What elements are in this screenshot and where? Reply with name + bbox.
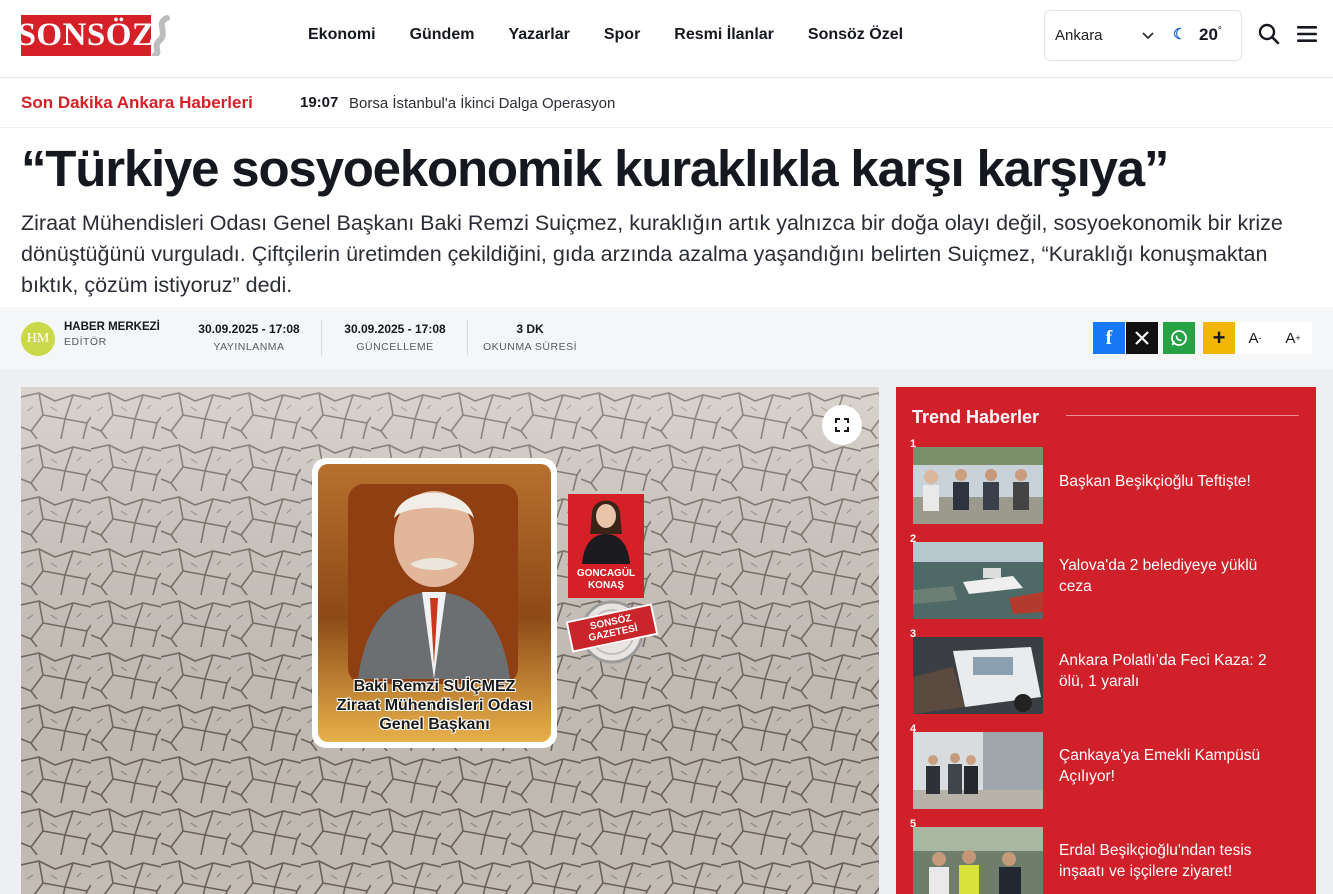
trend-thumbnail[interactable] (913, 447, 1043, 524)
search-icon[interactable] (1258, 23, 1280, 45)
breaking-news-bar: Son Dakika Ankara Haberleri 19:07 Borsa … (0, 79, 1333, 128)
reading-label: OKUNMA SÜRESİ (482, 341, 578, 353)
trend-news-panel: Trend Haberler 1 Başkan Beşikçioğlu Teft… (896, 387, 1316, 894)
trend-item[interactable]: 5 Erdal Beşikçioğlu'ndan tesis inşaatı v… (910, 818, 1302, 894)
x-icon (1135, 331, 1149, 345)
author-info: HABER MERKEZİ EDİTÖR (64, 321, 160, 348)
breaking-news-headline[interactable]: Borsa İstanbul'a İkinci Dalga Operasyon (349, 95, 615, 112)
nav-spor[interactable]: Spor (604, 26, 640, 44)
updated-value: 30.09.2025 - 17:08 (344, 322, 446, 336)
person-portrait: Baki Remzi SUİÇMEZ Ziraat Mühendisleri O… (312, 458, 557, 748)
trend-item[interactable]: 1 Başkan Beşikçioğlu Teftişte! (910, 438, 1302, 524)
portrait-photo: Baki Remzi SUİÇMEZ Ziraat Mühendisleri O… (318, 464, 551, 742)
nav-yazarlar[interactable]: Yazarlar (508, 26, 569, 44)
facebook-share-button[interactable]: f (1093, 322, 1125, 354)
weather-widget[interactable]: Ankara ☾ 20° (1044, 10, 1242, 61)
trend-title[interactable]: Başkan Beşikçioğlu Teftişte! (1059, 438, 1289, 524)
menu-icon[interactable] (1297, 25, 1317, 43)
more-share-button[interactable]: + (1203, 322, 1235, 354)
trend-thumbnail[interactable] (913, 542, 1043, 619)
breaking-news-time: 19:07 (300, 94, 339, 111)
author-role: EDİTÖR (64, 336, 107, 348)
caption-organization: Ziraat Mühendisleri Odası (336, 697, 533, 714)
reading-time: 3 DK OKUNMA SÜRESİ (478, 322, 582, 353)
facebook-icon: f (1105, 326, 1113, 349)
weather-city-select[interactable]: Ankara (1055, 27, 1103, 44)
newspaper-stamp: SONSÖZ GAZETESİ (565, 598, 659, 668)
reporter-name: GONCAGÜL KONAŞ (576, 568, 636, 591)
site-header: SONSÖZ Ekonomi Gündem Yazarlar Spor Resm… (0, 0, 1333, 78)
published-label: YAYINLANMA (213, 341, 285, 353)
author-name[interactable]: HABER MERKEZİ (64, 321, 160, 333)
nav-sonsoz-ozel[interactable]: Sonsöz Özel (808, 26, 903, 44)
trend-title[interactable]: Erdal Beşikçioğlu'ndan tesis inşaatı ve … (1059, 818, 1289, 894)
main-nav: Ekonomi Gündem Yazarlar Spor Resmi İlanl… (308, 26, 903, 44)
breaking-news-label[interactable]: Son Dakika Ankara Haberleri (21, 93, 253, 113)
nav-ekonomi[interactable]: Ekonomi (308, 26, 376, 44)
whatsapp-icon (1171, 330, 1187, 346)
chevron-down-icon[interactable] (1141, 29, 1155, 43)
published-date: 30.09.2025 - 17:08 YAYINLANMA (190, 322, 308, 353)
expand-image-button[interactable] (822, 405, 862, 445)
site-logo[interactable]: SONSÖZ (18, 15, 173, 56)
font-increase-button[interactable]: A + (1274, 322, 1312, 354)
article-meta-bar: HM HABER MERKEZİ EDİTÖR 30.09.2025 - 17:… (0, 307, 1333, 369)
x-share-button[interactable] (1126, 322, 1158, 354)
reporter-badge: GONCAGÜL KONAŞ (568, 494, 644, 598)
portrait-caption: Baki Remzi SUİÇMEZ Ziraat Mühendisleri O… (318, 677, 551, 734)
divider (1066, 415, 1299, 416)
trend-thumbnail[interactable] (913, 827, 1043, 894)
divider (467, 320, 468, 356)
nav-gundem[interactable]: Gündem (410, 26, 475, 44)
divider (321, 320, 322, 356)
trend-title[interactable]: Ankara Polatlı’da Feci Kaza: 2 ölü, 1 ya… (1059, 628, 1289, 714)
trend-item[interactable]: 4 Çankaya'ya Emekli Kampüsü Açılıyor! (910, 723, 1302, 809)
plus-icon: + (1212, 325, 1226, 350)
caption-title: Genel Başkanı (379, 716, 490, 733)
logo-text: SONSÖZ (18, 15, 154, 56)
updated-date: 30.09.2025 - 17:08 GÜNCELLEME (336, 322, 454, 353)
trend-title[interactable]: Yalova'da 2 belediyeye yüklü ceza (1059, 533, 1289, 619)
caption-name: Baki Remzi SUİÇMEZ (353, 678, 516, 695)
published-value: 30.09.2025 - 17:08 (198, 322, 300, 336)
trend-title[interactable]: Çankaya'ya Emekli Kampüsü Açılıyor! (1059, 723, 1289, 809)
avatar[interactable]: HM (21, 322, 55, 356)
fullscreen-icon (835, 418, 849, 432)
nav-resmi-ilanlar[interactable]: Resmi İlanlar (674, 26, 774, 44)
trend-heading: Trend Haberler (912, 407, 1040, 427)
weather-temperature: 20° (1199, 25, 1222, 44)
trend-item[interactable]: 3 Ankara Polatlı’da Feci Kaza: 2 ölü, 1 … (910, 628, 1302, 714)
article-summary: Ziraat Mühendisleri Odası Genel Başkanı … (21, 211, 1283, 297)
logo-swoosh-icon (152, 15, 170, 56)
updated-label: GÜNCELLEME (356, 341, 434, 353)
moon-icon: ☾ (1173, 26, 1187, 43)
trend-thumbnail[interactable] (913, 732, 1043, 809)
article-title: “Türkiye sosyoekonomik kuraklıkla karşı … (21, 140, 1169, 197)
whatsapp-share-button[interactable] (1163, 322, 1195, 354)
font-decrease-button[interactable]: A- (1236, 322, 1274, 354)
trend-item[interactable]: 2 Yalova'da 2 belediyeye yüklü ceza (910, 533, 1302, 619)
reading-value: 3 DK (516, 322, 544, 336)
reporter-photo (582, 500, 630, 564)
trend-thumbnail[interactable] (913, 637, 1043, 714)
